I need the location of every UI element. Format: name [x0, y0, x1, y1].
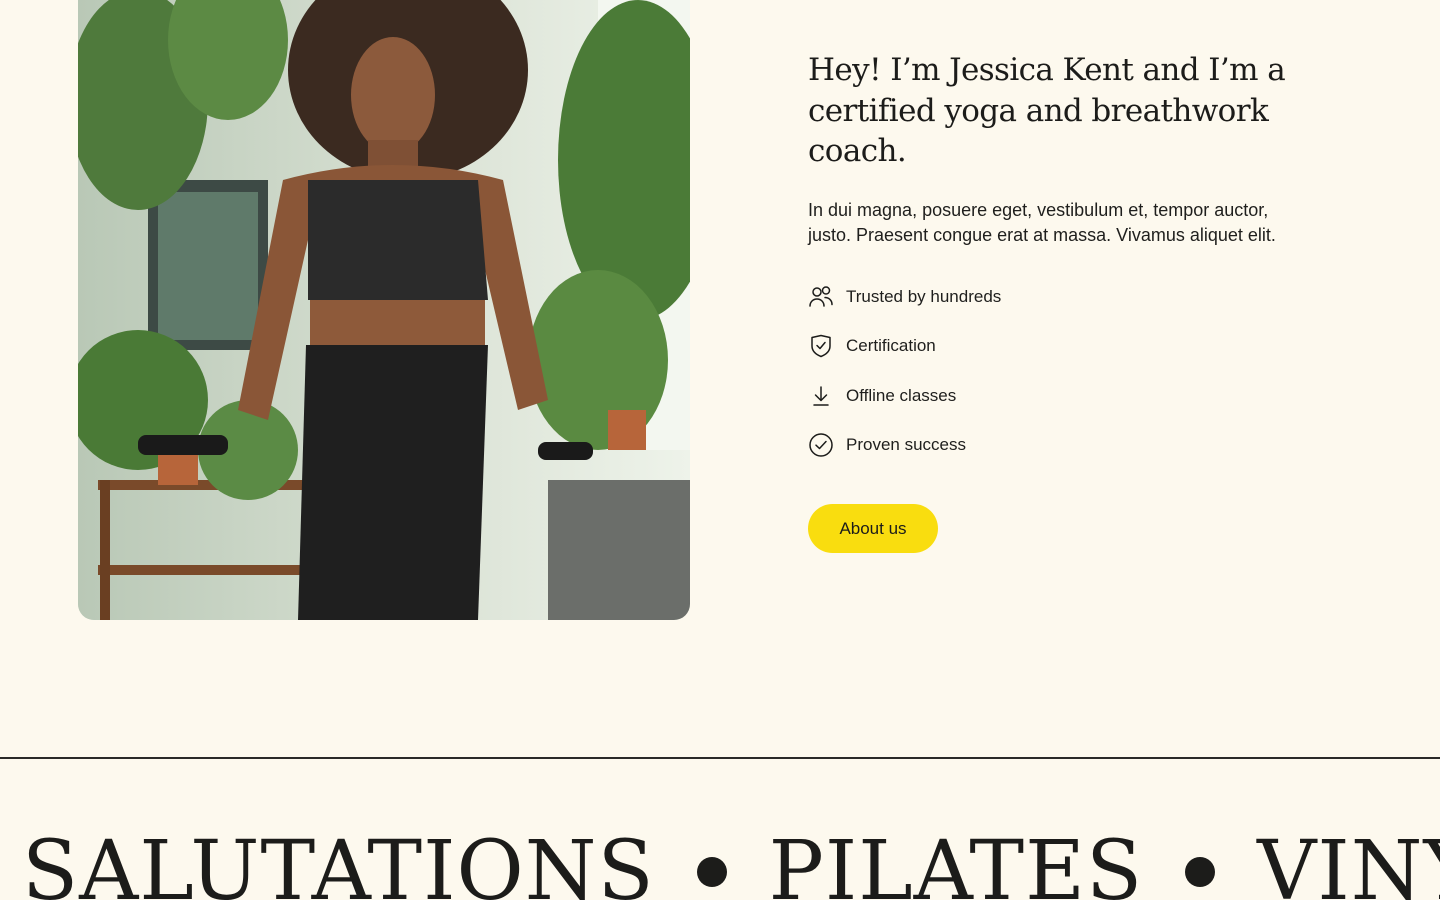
- shield-check-icon: [808, 333, 834, 359]
- class-marquee: SALUTATIONS PILATES VINYASA: [22, 822, 1440, 900]
- about-us-button[interactable]: About us: [808, 504, 938, 553]
- coach-photo: [78, 0, 690, 620]
- marquee-word: SALUTATIONS: [22, 824, 655, 900]
- feature-item: Offline classes: [808, 381, 1328, 411]
- users-icon: [808, 284, 834, 310]
- bullet-dot: [696, 857, 727, 887]
- feature-label: Proven success: [846, 435, 966, 455]
- feature-label: Offline classes: [846, 385, 957, 405]
- feature-item: Proven success: [808, 430, 1328, 460]
- feature-item: Certification: [808, 331, 1328, 361]
- intro-heading: Hey! I’m Jessica Kent and I’m a certifie…: [808, 52, 1286, 169]
- bullet-dot: [1185, 857, 1216, 887]
- feature-item: Trusted by hundreds: [808, 282, 1328, 312]
- check-circle-icon: [808, 432, 834, 458]
- download-icon: [808, 383, 834, 409]
- intro-block: Hey! I’m Jessica Kent and I’m a certifie…: [808, 50, 1328, 480]
- marquee-word: VINYASA: [1257, 824, 1440, 900]
- about-section: Hey! I’m Jessica Kent and I’m a certifie…: [0, 0, 1440, 900]
- feature-label: Certification: [846, 336, 936, 356]
- section-divider: [0, 757, 1440, 759]
- intro-paragraph: In dui magna, posuere eget, vestibulum e…: [808, 199, 1276, 245]
- feature-list: Trusted by hundreds Certification Offlin…: [808, 282, 1328, 461]
- marquee-word: PILATES: [768, 824, 1144, 900]
- feature-label: Trusted by hundreds: [846, 286, 1002, 306]
